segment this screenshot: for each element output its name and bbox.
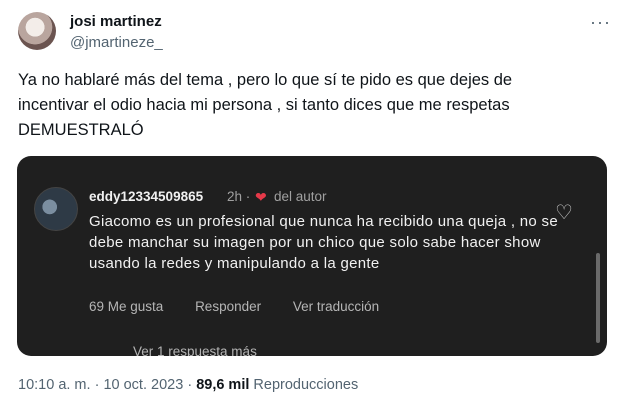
likes-count[interactable]: 69 Me gusta: [89, 299, 163, 314]
scrollbar[interactable]: [596, 253, 600, 343]
embedded-comment-card[interactable]: eddy12334509865 2h · ❤ del autor Giacomo…: [17, 156, 607, 356]
tweet-text: Ya no hablaré más del tema , pero lo que…: [18, 68, 618, 143]
tweet-time[interactable]: 10:10 a. m.: [18, 377, 91, 393]
heart-icon: ❤: [255, 189, 267, 205]
comment-time: 2h ·: [227, 189, 250, 204]
see-translation-button[interactable]: Ver traducción: [293, 299, 379, 314]
comment-username[interactable]: eddy12334509865: [89, 189, 203, 204]
comment-time-value: 2h: [227, 189, 243, 204]
meta-sep: ·: [187, 377, 193, 393]
views-label: Reproducciones: [253, 377, 359, 393]
comment-time-sep: ·: [245, 189, 251, 204]
tweet-date[interactable]: 10 oct. 2023: [103, 377, 183, 393]
comment-text: Giacomo es un profesional que nunca ha r…: [89, 213, 558, 272]
like-heart-outline-icon[interactable]: ♡: [555, 200, 573, 225]
tweet-text-line: incentivar el odio hacia mi persona , si…: [18, 96, 510, 114]
author-handle[interactable]: @jmartineze_: [70, 34, 163, 51]
reply-button[interactable]: Responder: [195, 299, 261, 314]
comment-actions: 69 Me gusta Responder Ver traducción: [89, 299, 407, 314]
view-more-replies[interactable]: Ver 1 respuesta más: [133, 344, 257, 356]
author-liked-label: del autor: [274, 189, 327, 204]
comment-avatar[interactable]: [34, 187, 78, 231]
tweet-meta: 10:10 a. m. · 10 oct. 2023 · 89,6 mil Re…: [18, 377, 358, 393]
meta-sep: ·: [94, 377, 100, 393]
tweet-text-line: Ya no hablaré más del tema , pero lo que…: [18, 71, 513, 89]
more-options-icon[interactable]: ···: [590, 12, 611, 33]
tweet-text-line: DEMUESTRALÓ: [18, 121, 144, 139]
author-name[interactable]: josi martinez: [70, 13, 162, 30]
author-avatar[interactable]: [18, 12, 56, 50]
views-count: 89,6 mil: [196, 377, 250, 393]
